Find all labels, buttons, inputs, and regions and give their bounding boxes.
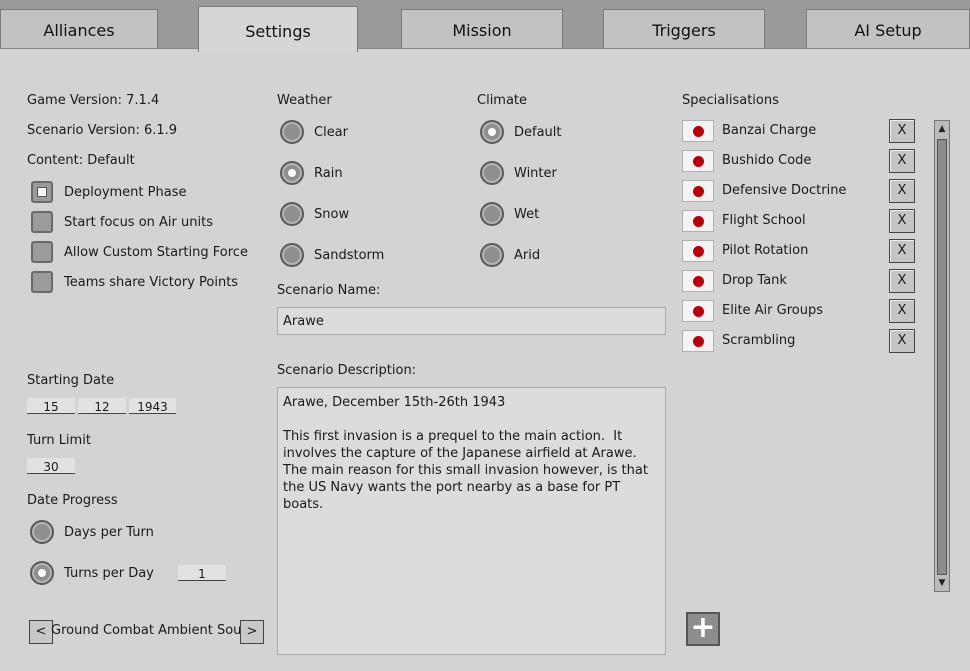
weather-rain-radio[interactable] (280, 161, 304, 185)
tab-settings[interactable]: Settings (198, 6, 358, 52)
tab-bar: Alliances Settings Mission Triggers AI S… (0, 0, 970, 52)
specialisation-item[interactable]: Flight School (722, 213, 806, 228)
tab-triggers[interactable]: Triggers (603, 9, 765, 49)
weather-sandstorm-radio[interactable] (280, 243, 304, 267)
scenario-version: Scenario Version: 6.1.9 (27, 123, 178, 138)
climate-arid-radio[interactable] (480, 243, 504, 267)
scroll-down-icon[interactable]: ▼ (935, 576, 949, 590)
climate-arid-label: Arid (514, 248, 541, 263)
weather-label: Weather (277, 93, 332, 108)
specialisation-item[interactable]: Elite Air Groups (722, 303, 823, 318)
custom-force-checkbox[interactable] (31, 241, 53, 263)
specialisations-label: Specialisations (682, 93, 779, 108)
remove-specialisation-button[interactable]: X (889, 329, 915, 353)
japan-flag-icon (682, 210, 714, 232)
starting-date-label: Starting Date (27, 373, 115, 388)
japan-flag-icon (682, 330, 714, 352)
scenario-name-input[interactable]: Arawe (277, 307, 666, 335)
date-progress-label: Date Progress (27, 493, 118, 508)
days-per-turn-radio[interactable] (30, 520, 54, 544)
start-month-field[interactable]: 12 (78, 398, 126, 414)
turn-limit-label: Turn Limit (27, 433, 91, 448)
start-year-field[interactable]: 1943 (129, 398, 176, 414)
turn-limit-field[interactable]: 30 (27, 458, 75, 474)
deployment-phase-label: Deployment Phase (64, 185, 187, 200)
climate-label: Climate (477, 93, 528, 108)
japan-flag-icon (682, 270, 714, 292)
specialisation-item[interactable]: Defensive Doctrine (722, 183, 846, 198)
remove-specialisation-button[interactable]: X (889, 149, 915, 173)
weather-clear-label: Clear (314, 125, 348, 140)
weather-rain-label: Rain (314, 166, 343, 181)
days-per-turn-label: Days per Turn (64, 525, 154, 540)
turns-per-day-radio[interactable] (30, 561, 54, 585)
scrollbar-thumb[interactable] (937, 139, 947, 575)
specialisation-item[interactable]: Bushido Code (722, 153, 811, 168)
tab-mission[interactable]: Mission (401, 9, 563, 49)
remove-specialisation-button[interactable]: X (889, 299, 915, 323)
remove-specialisation-button[interactable]: X (889, 239, 915, 263)
tab-alliances[interactable]: Alliances (0, 9, 158, 49)
specialisations-scrollbar[interactable]: ▲ ▼ (934, 120, 950, 592)
japan-flag-icon (682, 150, 714, 172)
weather-snow-radio[interactable] (280, 202, 304, 226)
deployment-phase-checkbox[interactable] (31, 181, 53, 203)
remove-specialisation-button[interactable]: X (889, 119, 915, 143)
remove-specialisation-button[interactable]: X (889, 209, 915, 233)
remove-specialisation-button[interactable]: X (889, 179, 915, 203)
japan-flag-icon (682, 300, 714, 322)
climate-winter-radio[interactable] (480, 161, 504, 185)
climate-wet-label: Wet (514, 207, 540, 222)
japan-flag-icon (682, 240, 714, 262)
scroll-up-icon[interactable]: ▲ (935, 122, 949, 136)
specialisation-item[interactable]: Drop Tank (722, 273, 787, 288)
climate-winter-label: Winter (514, 166, 557, 181)
weather-clear-radio[interactable] (280, 120, 304, 144)
custom-force-label: Allow Custom Starting Force (64, 245, 248, 260)
japan-flag-icon (682, 120, 714, 142)
climate-wet-radio[interactable] (480, 202, 504, 226)
air-focus-checkbox[interactable] (31, 211, 53, 233)
scenario-description-textarea[interactable]: Arawe, December 15th-26th 1943 This firs… (277, 387, 666, 655)
remove-specialisation-button[interactable]: X (889, 269, 915, 293)
add-specialisation-button[interactable]: + (686, 612, 720, 646)
share-victory-label: Teams share Victory Points (64, 275, 239, 290)
air-focus-label: Start focus on Air units (64, 215, 213, 230)
sound-prev-button[interactable]: < (29, 620, 53, 644)
game-version: Game Version: 7.1.4 (27, 93, 160, 108)
climate-default-radio[interactable] (480, 120, 504, 144)
japan-flag-icon (682, 180, 714, 202)
specialisation-item[interactable]: Scrambling (722, 333, 795, 348)
turns-per-day-label: Turns per Day (64, 566, 154, 581)
weather-sandstorm-label: Sandstorm (314, 248, 385, 263)
scenario-name-label: Scenario Name: (277, 283, 381, 298)
turns-per-day-field[interactable]: 1 (178, 565, 226, 581)
ambient-sound-selector: Ground Combat Ambient Sound (51, 623, 241, 638)
scenario-description-label: Scenario Description: (277, 363, 417, 378)
weather-snow-label: Snow (314, 207, 350, 222)
specialisation-item[interactable]: Banzai Charge (722, 123, 816, 138)
climate-default-label: Default (514, 125, 562, 140)
tab-ai-setup[interactable]: AI Setup (806, 9, 970, 49)
start-day-field[interactable]: 15 (27, 398, 75, 414)
specialisation-item[interactable]: Pilot Rotation (722, 243, 808, 258)
share-victory-checkbox[interactable] (31, 271, 53, 293)
content-label: Content: Default (27, 153, 135, 168)
sound-next-button[interactable]: > (240, 620, 264, 644)
